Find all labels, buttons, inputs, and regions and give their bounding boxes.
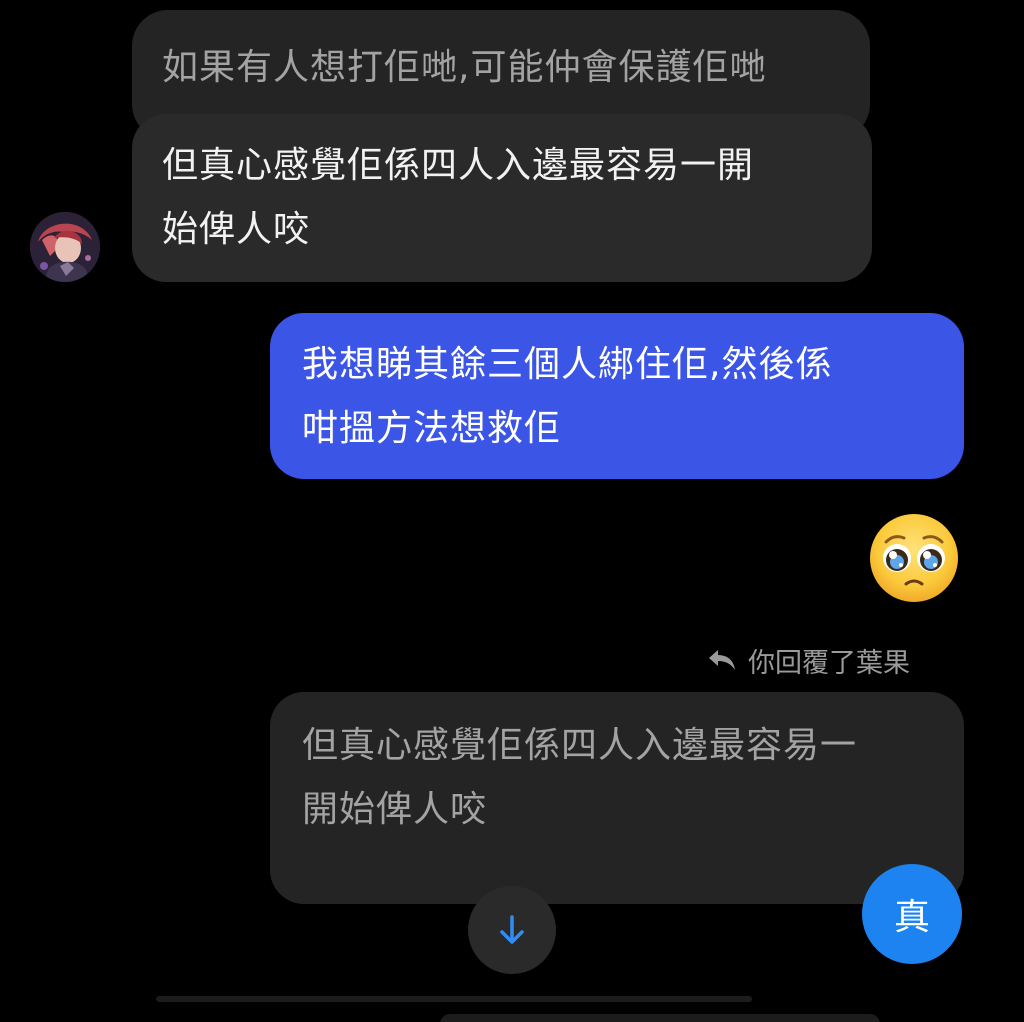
quoted-message[interactable]: 但真心感覺佢係四人入邊最容易一 開始俾人咬 <box>270 692 964 904</box>
incoming-message[interactable]: 但真心感覺佢係四人入邊最容易一開 始俾人咬 <box>132 114 872 282</box>
reply-context-label: 你回覆了葉果 <box>706 640 910 680</box>
chat-screen: 如果有人想打佢哋,可能仲會保護佢哋 但真心感覺佢係四人入邊最容易一開 始俾人咬 … <box>0 0 1024 1022</box>
avatar-image <box>30 212 100 282</box>
reply-label-text: 你回覆了葉果 <box>748 647 910 679</box>
outgoing-message[interactable]: 我想睇其餘三個人綁住佢,然後係 咁搵方法想救佢 <box>270 313 964 479</box>
arrow-down-icon <box>500 915 524 944</box>
reply-message[interactable]: 真 <box>862 864 962 964</box>
reply-arrow-icon <box>706 646 738 674</box>
scroll-down-button[interactable] <box>468 886 556 974</box>
pleading-face-icon[interactable] <box>868 512 960 604</box>
divider <box>156 996 752 1002</box>
avatar[interactable] <box>30 212 100 282</box>
next-message-edge <box>440 1014 880 1022</box>
